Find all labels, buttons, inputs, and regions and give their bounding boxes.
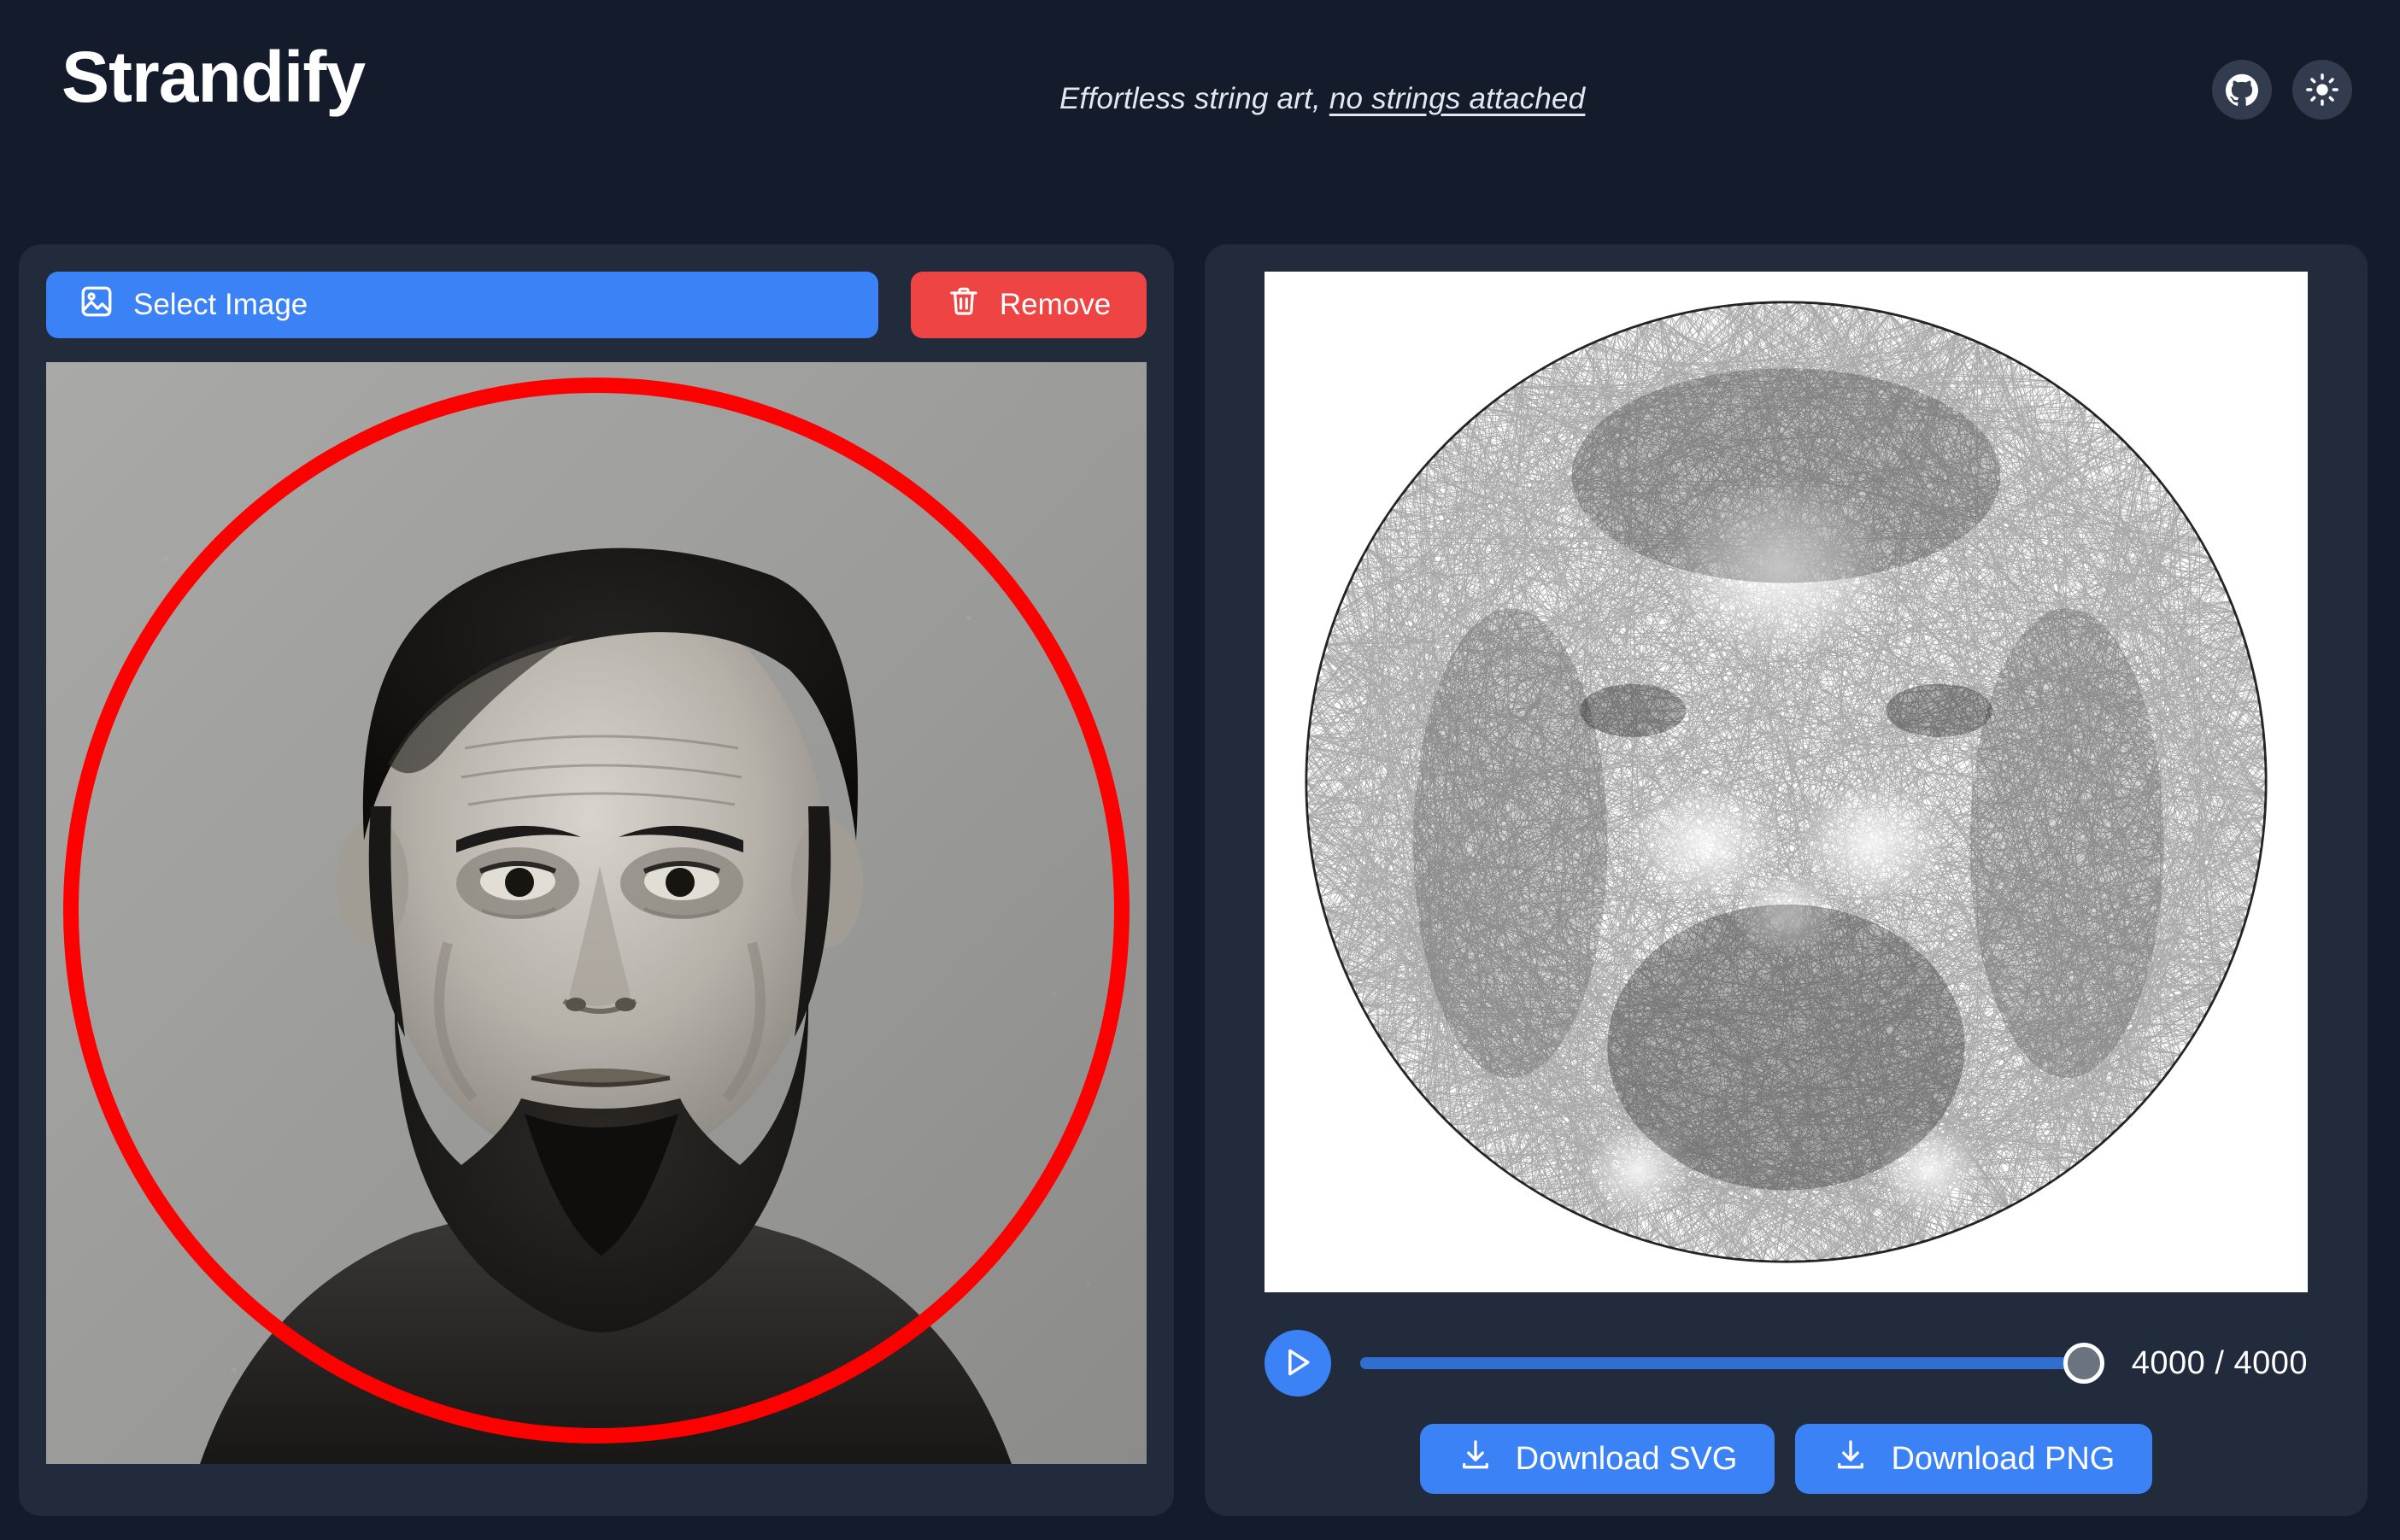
- app-header: Strandify Effortless string art, no stri…: [0, 0, 2400, 229]
- download-png-button[interactable]: Download PNG: [1795, 1424, 2153, 1494]
- app-title: Strandify: [62, 37, 366, 117]
- download-icon: [1458, 1437, 1493, 1481]
- header-actions: [2212, 60, 2352, 120]
- theme-toggle-button[interactable]: [2292, 60, 2352, 120]
- app-root: Strandify Effortless string art, no stri…: [0, 0, 2400, 1540]
- string-art-render: [1276, 272, 2297, 1292]
- sun-icon: [2306, 73, 2338, 106]
- tagline-text: Effortless string art,: [1059, 82, 1329, 115]
- download-svg-button[interactable]: Download SVG: [1419, 1424, 1775, 1494]
- app-tagline: Effortless string art, no strings attach…: [1059, 82, 1585, 116]
- image-icon: [79, 284, 114, 327]
- download-svg-label: Download SVG: [1515, 1440, 1738, 1477]
- select-image-label: Select Image: [133, 288, 308, 321]
- slider-fill: [1360, 1357, 2103, 1369]
- remove-image-button[interactable]: Remove: [911, 272, 1147, 338]
- image-actions-row: Select Image Remove: [46, 272, 1147, 338]
- download-png-label: Download PNG: [1891, 1440, 2115, 1477]
- download-actions: Download SVG Download PNG: [1419, 1424, 2153, 1494]
- main-content: Select Image Remove 4000 / 4000 Download…: [0, 229, 2400, 1540]
- play-button[interactable]: [1265, 1330, 1331, 1397]
- remove-image-label: Remove: [999, 288, 1112, 321]
- source-image-panel: Select Image Remove: [19, 244, 1174, 1516]
- play-icon: [1279, 1344, 1317, 1384]
- source-image-preview[interactable]: [46, 362, 1147, 1464]
- string-art-canvas[interactable]: [1265, 272, 2308, 1292]
- download-icon: [1833, 1437, 1869, 1481]
- progress-counter: 4000 / 4000: [2131, 1344, 2308, 1381]
- github-link-button[interactable]: [2212, 60, 2272, 120]
- github-icon: [2226, 73, 2258, 106]
- select-image-button[interactable]: Select Image: [46, 272, 878, 338]
- tagline-link[interactable]: no strings attached: [1329, 82, 1586, 115]
- playback-controls: 4000 / 4000: [1265, 1330, 2308, 1397]
- slider-thumb[interactable]: [2063, 1343, 2104, 1384]
- trash-icon: [947, 284, 981, 326]
- progress-slider[interactable]: [1360, 1343, 2104, 1384]
- portrait-photo: [46, 362, 1147, 1464]
- output-panel: 4000 / 4000 Download SVG Download PNG: [1205, 244, 2368, 1516]
